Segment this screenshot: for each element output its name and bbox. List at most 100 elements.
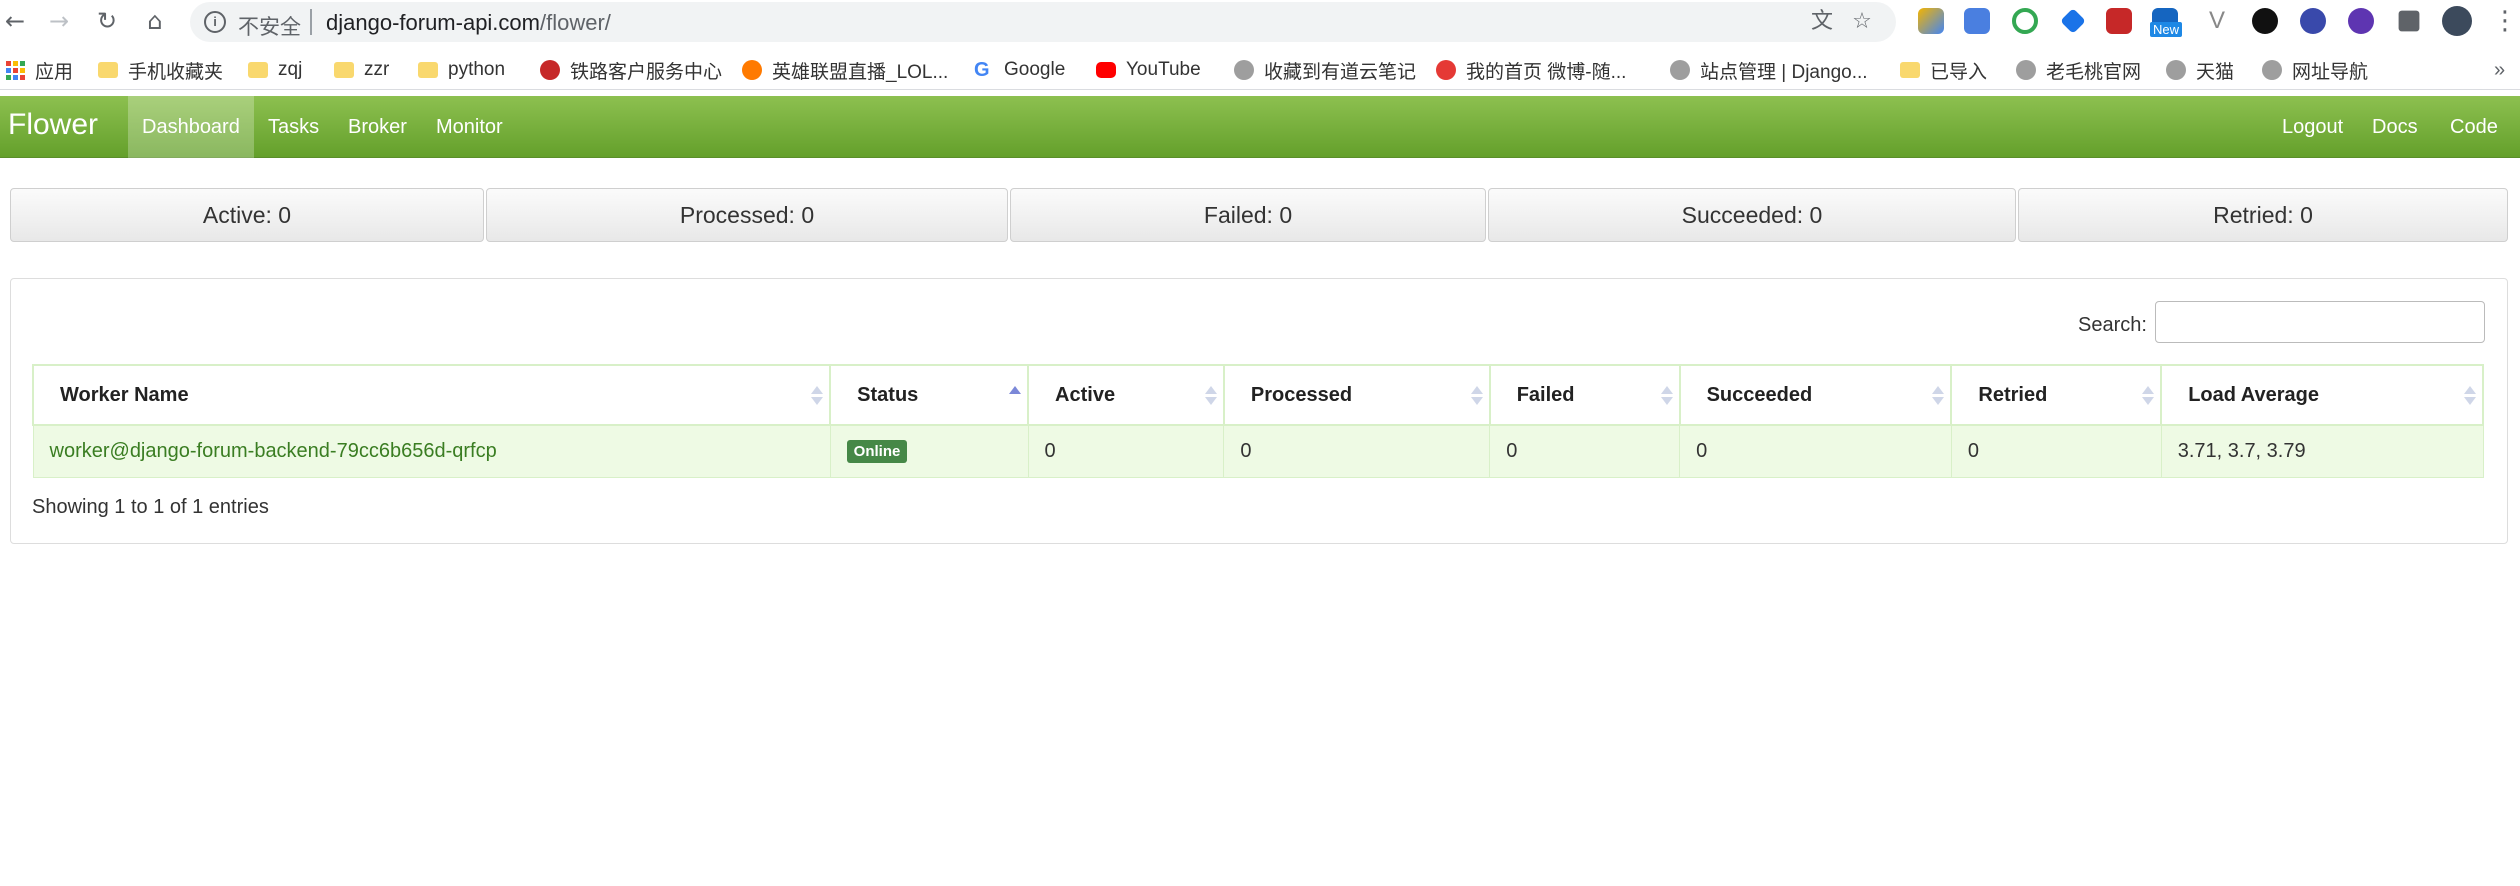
apps-grid-icon xyxy=(6,60,25,80)
news-icon[interactable]: New xyxy=(2150,8,2183,37)
check-icon[interactable] xyxy=(2348,8,2374,34)
folder-icon xyxy=(418,62,438,78)
sort-icon xyxy=(2464,386,2476,406)
column-header-status[interactable]: Status xyxy=(829,364,1030,426)
search-input[interactable] xyxy=(2155,301,2485,343)
worker-name-link[interactable]: worker@django-forum-backend-79cc6b656d-q… xyxy=(32,424,831,478)
checker-icon[interactable] xyxy=(2012,8,2038,34)
column-header-processed[interactable]: Processed xyxy=(1222,364,1491,426)
nav-monitor[interactable]: Monitor xyxy=(422,96,517,158)
bookmark-link[interactable]: 站点管理 | Django... xyxy=(1670,56,1868,84)
retried-cell: 0 xyxy=(1950,424,2162,478)
counter-retried: Retried: 0 xyxy=(2018,188,2508,242)
vue-icon[interactable]: V xyxy=(2204,8,2230,34)
load-average-cell: 3.71, 3.7, 3.79 xyxy=(2160,424,2484,478)
info-icon[interactable]: i xyxy=(204,11,226,33)
bookmark-label: 收藏到有道云笔记 xyxy=(1264,61,1417,83)
bookmark-link[interactable]: 铁路客户服务中心 xyxy=(540,56,722,84)
translate-icon[interactable]: 文 xyxy=(1810,10,1834,34)
column-header-retried[interactable]: Retried xyxy=(1950,364,2163,426)
column-header-worker-name[interactable]: Worker Name xyxy=(31,364,832,426)
book-icon[interactable] xyxy=(2106,8,2132,34)
bookmark-folder[interactable]: python xyxy=(418,56,505,84)
bookmark-label: 手机收藏夹 xyxy=(128,61,224,83)
nav-logout[interactable]: Logout xyxy=(2268,96,2357,158)
bookmark-link[interactable]: 老毛桃官网 xyxy=(2016,56,2141,84)
bookmark-link[interactable]: 收藏到有道云笔记 xyxy=(1234,56,1416,84)
processed-cell: 0 xyxy=(1223,424,1491,478)
bookmark-label: 英雄联盟直播_LOL... xyxy=(772,61,949,83)
url-path: /flower/ xyxy=(539,10,611,35)
table-header-row: Worker Name Status Active Processed Fail… xyxy=(31,364,2484,426)
reload-icon[interactable]: ↻ xyxy=(92,6,122,36)
folder-icon xyxy=(248,62,268,78)
address-bar[interactable]: i 不安全 django-forum-api.com/flower/ 文 ☆ xyxy=(190,2,1896,42)
folder-icon xyxy=(1900,62,1920,78)
counter-failed: Failed: 0 xyxy=(1010,188,1486,242)
nav-dashboard[interactable]: Dashboard xyxy=(128,96,254,158)
nav-code[interactable]: Code xyxy=(2436,96,2512,158)
table-info: Showing 1 to 1 of 1 entries xyxy=(32,496,269,518)
bookmark-link[interactable]: YouTube xyxy=(1096,56,1201,84)
bookmark-folder[interactable]: zqj xyxy=(248,56,302,84)
bookmark-link[interactable]: 网址导航 xyxy=(2262,56,2368,84)
status-badge: Online xyxy=(846,440,908,464)
bookmark-label: 铁路客户服务中心 xyxy=(570,61,723,83)
bookmark-link[interactable]: 我的首页 微博-随... xyxy=(1436,56,1626,84)
url-host: django-forum-api.com xyxy=(326,10,540,35)
nav-broker[interactable]: Broker xyxy=(334,96,421,158)
url-text[interactable]: django-forum-api.com/flower/ xyxy=(326,10,611,36)
back-icon[interactable]: ← xyxy=(0,6,30,36)
layers-icon[interactable] xyxy=(2060,8,2086,34)
bookmark-apps[interactable]: 应用 xyxy=(6,56,73,84)
railway-icon xyxy=(540,60,560,80)
bookmark-link[interactable]: 英雄联盟直播_LOL... xyxy=(742,56,948,84)
column-header-active[interactable]: Active xyxy=(1027,364,1225,426)
more-bookmarks-icon[interactable]: » xyxy=(2494,56,2505,84)
sort-ascending-icon xyxy=(1009,386,1022,406)
bookmark-link[interactable]: G Google xyxy=(974,56,1065,84)
forward-icon[interactable]: → xyxy=(44,6,74,36)
bookmark-folder[interactable]: 已导入 xyxy=(1900,56,1987,84)
column-header-load-average[interactable]: Load Average xyxy=(2160,364,2484,426)
avatar[interactable] xyxy=(2442,6,2472,36)
google-translate-icon[interactable] xyxy=(1964,8,1990,34)
bookmark-label: 应用 xyxy=(35,61,74,83)
column-header-failed[interactable]: Failed xyxy=(1488,364,1681,426)
nav-tasks[interactable]: Tasks xyxy=(254,96,333,158)
globe-icon xyxy=(1670,60,1690,80)
bookmark-label: 已导入 xyxy=(1930,61,1988,83)
nav-docs[interactable]: Docs xyxy=(2358,96,2432,158)
bookmark-folder[interactable]: zzr xyxy=(334,56,389,84)
counter-active: Active: 0 xyxy=(10,188,484,242)
column-label: Status xyxy=(857,383,919,406)
bookmark-label: 网址导航 xyxy=(2292,61,2369,83)
column-header-succeeded[interactable]: Succeeded xyxy=(1678,364,1953,426)
counter-succeeded: Succeeded: 0 xyxy=(1488,188,2016,242)
failed-cell: 0 xyxy=(1489,424,1681,478)
succeeded-cell: 0 xyxy=(1679,424,1952,478)
menu-icon[interactable]: ⋮ xyxy=(2490,6,2520,36)
extension-icon[interactable] xyxy=(1918,8,1944,34)
search-label: Search: xyxy=(2078,314,2147,336)
circle-icon[interactable] xyxy=(2252,8,2278,34)
puzzle-icon[interactable] xyxy=(2398,10,2420,32)
bookmark-label: 天猫 xyxy=(2196,61,2235,83)
bookmark-folder[interactable]: 手机收藏夹 xyxy=(98,56,223,84)
column-label: Succeeded xyxy=(1706,383,1813,406)
column-label: Load Average xyxy=(2188,383,2319,406)
pen-icon[interactable] xyxy=(2300,8,2326,34)
sort-icon xyxy=(1470,386,1483,406)
star-icon[interactable]: ☆ xyxy=(1850,10,1874,34)
brand-logo[interactable]: Flower xyxy=(8,108,98,142)
globe-icon xyxy=(1234,60,1254,80)
bookmarks-bar: 应用 手机收藏夹 zqj zzr python 铁路客户服务中心 英雄联盟直播_… xyxy=(0,50,2520,90)
bookmark-label: zzr xyxy=(364,59,390,80)
column-label: Worker Name xyxy=(60,383,189,406)
home-icon[interactable]: ⌂ xyxy=(140,6,170,36)
globe-icon xyxy=(2166,60,2186,80)
task-counters: Active: 0 Processed: 0 Failed: 0 Succeed… xyxy=(10,188,2508,242)
sort-icon xyxy=(1204,386,1217,406)
bookmark-link[interactable]: 天猫 xyxy=(2166,56,2234,84)
sort-icon xyxy=(1660,386,1673,406)
